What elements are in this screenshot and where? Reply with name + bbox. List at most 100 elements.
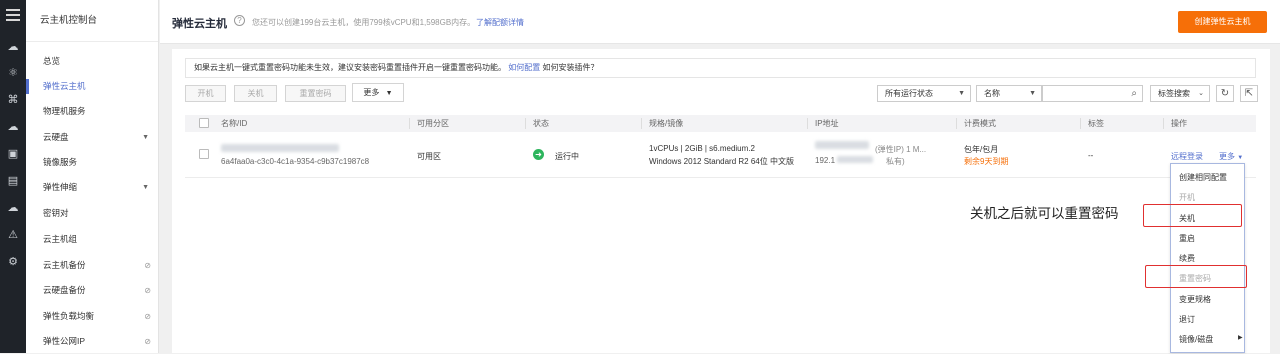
row-more-label: 更多 [1219,152,1235,161]
sidebar-item-as[interactable]: 弹性伸缩 ▼ [26,175,159,200]
external-link-icon: ⊘ [144,261,151,270]
public-ip [815,141,869,151]
search-field-select[interactable]: 名称 ▼ [976,85,1042,102]
refresh-icon[interactable]: ↻ [1216,85,1234,102]
sidebar-item-overview[interactable]: 总览 [26,49,159,74]
caret-down-icon: ▼ [958,90,965,97]
quota-details-link[interactable]: 了解配额详情 [476,17,524,28]
help-icon[interactable]: ? [234,15,245,26]
security-icon[interactable]: ⚠ [6,228,20,242]
select-all-checkbox[interactable] [199,118,209,128]
cluster-icon[interactable]: ⚛ [6,66,20,80]
column-header-status: 状态 [525,115,549,132]
chevron-down-icon: ▼ [142,134,149,141]
menu-item-renew[interactable]: 续费 [1179,253,1195,264]
sidebar-item-servergroup[interactable]: 云主机组 [26,227,159,252]
menu-item-image-disk[interactable]: 镜像/磁盘 ▶ [1179,334,1243,345]
menu-item-start: 开机 [1179,193,1195,202]
more-actions-button[interactable]: 更多 ▼ [352,83,404,102]
sidebar-item-eip[interactable]: 弹性公网IP ⊘ [26,329,159,354]
search-input[interactable]: ⌕ [1042,85,1143,102]
search-icon[interactable]: ⌕ [1131,86,1137,101]
spec-text: 1vCPUs | 2GiB | s6.medium.2 [649,144,755,153]
availability-zone: 可用区 [417,152,441,161]
menu-item-image-disk-label: 镜像/磁盘 [1179,335,1214,344]
settings-icon[interactable]: ⚙ [6,255,20,269]
reset-password-button[interactable]: 重置密码 [285,85,346,102]
sidebar-item-ims[interactable]: 镜像服务 [26,150,159,175]
stop-button[interactable]: 关机 [234,85,277,102]
column-header-spec: 规格/镜像 [641,115,683,132]
sidebar-title: 云主机控制台 [26,0,158,42]
menu-item-create-same[interactable]: 创建相同配置 [1179,172,1227,183]
instance-id: 6a4faa0a-c3c0-4c1a-9354-c9b37c1987c8 [221,157,370,166]
private-ip-note: 私有) [886,157,905,166]
content-card: 如果云主机一键式重置密码功能未生效，建议安装密码重置插件开启一键重置密码功能。 … [172,49,1270,353]
sidebar-item-keypair[interactable]: 密钥对 [26,201,159,226]
network-icon[interactable]: ⌘ [6,93,20,107]
cloud-icon[interactable]: ☁ [6,40,20,54]
row-checkbox[interactable] [199,149,209,159]
external-link-icon: ⊘ [144,337,151,346]
storage-icon[interactable]: ☁ [6,120,20,134]
column-header-ip: IP地址 [807,115,839,132]
how-to-configure-link[interactable]: 如何配置 [508,63,540,72]
instance-name-link[interactable] [221,144,339,153]
sidebar-item-elb[interactable]: 弹性负载均衡 ⊘ [26,304,159,329]
column-header-actions: 操作 [1163,115,1187,132]
column-header-billing: 计费模式 [956,115,996,132]
public-ip-note: (弹性IP) 1 M... [875,145,927,154]
remote-login-link[interactable]: 远程登录 [1171,151,1203,162]
server-icon[interactable]: ▤ [6,174,20,188]
sidebar-item-vbs[interactable]: 云硬盘备份 ⊘ [26,278,159,303]
caret-down-icon: ▼ [385,90,393,97]
sidebar-item-bms[interactable]: 物理机服务 [26,99,159,124]
sidebar-item-ecs[interactable]: 弹性云主机 [26,74,159,99]
menu-item-restart[interactable]: 重启 [1179,233,1195,244]
icon-rail: ☁ ⚛ ⌘ ☁ ▣ ▤ ☁ ⚠ ⚙ [0,0,26,353]
private-ip: 192.1 [815,156,874,165]
external-link-icon: ⊘ [144,312,151,321]
expiry-note: 剩余9天到期 [964,157,1009,166]
cloud-service-icon[interactable]: ☁ [6,201,20,215]
caret-down-icon: ▼ [1237,155,1244,161]
start-button[interactable]: 开机 [185,85,226,102]
database-icon[interactable]: ▣ [6,147,20,161]
tags-value: -- [1088,151,1094,160]
highlight-stop [1143,204,1242,227]
chevron-down-icon: ⌄ [1198,90,1204,97]
page-header: 弹性云主机 ? 您还可以创建199台云主机，使用799核vCPU和1,598GB… [160,0,1280,44]
caret-down-icon: ▼ [1029,90,1036,97]
sidebar-item-evs[interactable]: 云硬盘 ▼ [26,125,159,150]
notice-banner: 如果云主机一键式重置密码功能未生效，建议安装密码重置插件开启一键重置密码功能。 … [185,58,1256,78]
status-filter-value: 所有运行状态 [885,89,933,98]
quota-text: 您还可以创建199台云主机，使用799核vCPU和1,598GB内存。 [252,18,476,27]
menu-item-unsubscribe[interactable]: 退订 [1179,314,1195,325]
create-ecs-button[interactable]: 创建弹性云主机 [1178,11,1267,33]
search-field-value: 名称 [984,89,1000,98]
menu-item-change-spec[interactable]: 变更规格 [1179,294,1211,305]
tag-search-button[interactable]: 标签搜索 ⌄ [1150,85,1210,102]
chevron-down-icon: ▼ [142,184,149,191]
more-actions-label: 更多 [363,88,380,97]
hamburger-menu-icon[interactable] [6,9,20,21]
sidebar-item-csbs[interactable]: 云主机备份 ⊘ [26,253,159,278]
external-link-icon: ⊘ [144,286,151,295]
page-title: 弹性云主机 [172,18,227,30]
billing-mode: 包年/包月 [964,145,999,154]
column-header-name: 名称/ID [221,119,248,128]
status-filter-select[interactable]: 所有运行状态 ▼ [877,85,971,102]
column-header-tags: 标签 [1080,115,1104,132]
status-text: 运行中 [555,152,579,161]
running-status-icon: ➜ [533,149,544,160]
more-actions-dropdown: 创建相同配置 开机 关机 重启 续费 重置密码 变更规格 退订 镜像/磁盘 ▶ [1170,163,1245,353]
row-more-button[interactable]: 更多 ▼ [1219,151,1243,162]
table-header: 名称/ID 可用分区 状态 规格/镜像 IP地址 计费模式 标签 操作 [185,115,1256,132]
annotation-text: 关机之后就可以重置密码 [970,206,1119,221]
column-header-zone: 可用分区 [409,115,449,132]
highlight-reset-password [1145,265,1247,288]
notice-text: 如果云主机一键式重置密码功能未生效，建议安装密码重置插件开启一键重置密码功能。 [194,63,506,72]
how-to-install-plugin-link[interactable]: 如何安装插件？ [542,63,598,72]
export-icon[interactable]: ⇱ [1240,85,1258,102]
tag-search-label: 标签搜索 [1158,89,1190,98]
